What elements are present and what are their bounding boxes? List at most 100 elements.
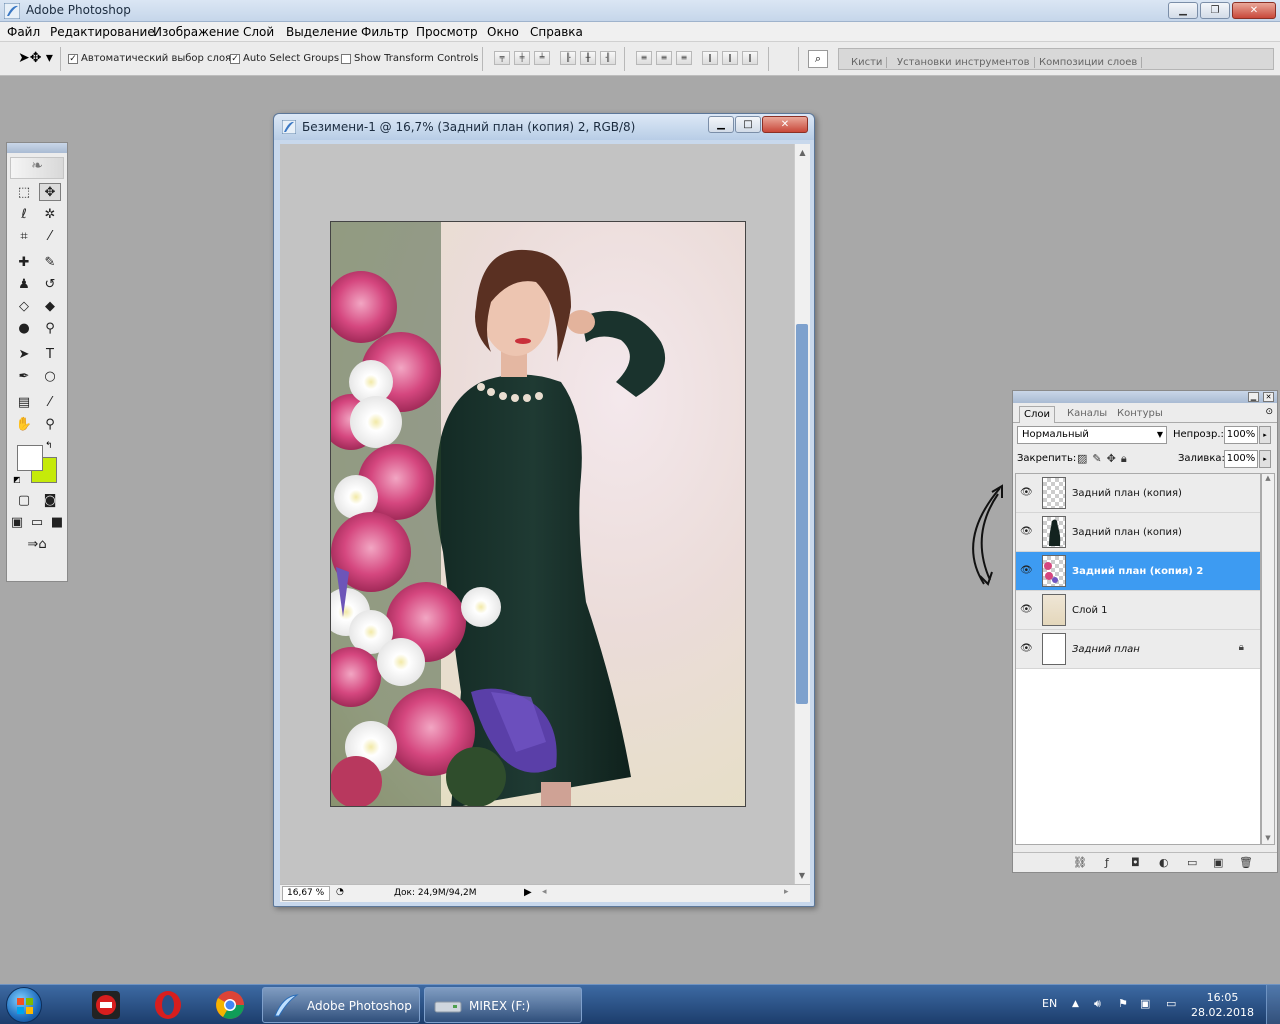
layer-row[interactable]: 👁︎ Задний план (копия) [1016, 474, 1260, 513]
fill-slider-icon[interactable]: ▸ [1259, 450, 1271, 468]
lock-transparency-icon[interactable]: ▨ [1077, 452, 1087, 466]
ellipse-tool-icon[interactable]: ○ [39, 367, 61, 385]
palette-tab-brushes[interactable]: Кисти [847, 57, 888, 68]
hscroll-right-icon[interactable]: ▸ [784, 887, 789, 897]
distribute-bottom-icon[interactable]: ≡ [676, 51, 692, 65]
photoshop-feather-icon[interactable]: ❧ [10, 157, 64, 179]
path-selection-tool-icon[interactable]: ➤ [13, 345, 35, 363]
doc-minimize-button[interactable]: ▁ [708, 116, 734, 133]
layers-scrollbar[interactable]: ▲ ▼ [1261, 473, 1275, 845]
layers-panel-header[interactable]: ▁ ✕ [1013, 391, 1277, 403]
doc-maximize-button[interactable]: □ [735, 116, 761, 133]
lock-pixels-icon[interactable]: ✎ [1092, 452, 1101, 466]
layer-row-selected[interactable]: 👁︎ Задний план (копия) 2 [1016, 552, 1260, 591]
distribute-vcenter-icon[interactable]: ≡ [656, 51, 672, 65]
align-bottom-icon[interactable]: ╧ [534, 51, 550, 65]
scroll-down-icon[interactable]: ▼ [795, 871, 809, 880]
document-title-bar[interactable]: Безимени-1 @ 16,7% (Задний план (копия) … [274, 114, 814, 140]
layer-row[interactable]: 👁︎ Задний план 🔒︎ [1016, 630, 1260, 669]
type-tool-icon[interactable]: T [39, 345, 61, 363]
tools-panel-header[interactable] [7, 143, 67, 153]
lock-all-icon[interactable]: 🔒︎ [1121, 452, 1127, 466]
scroll-down-icon[interactable]: ▼ [1262, 834, 1274, 842]
lock-position-icon[interactable]: ✥ [1107, 452, 1116, 466]
adjustment-layer-icon[interactable]: ◐ [1159, 856, 1169, 869]
visibility-eye-icon[interactable]: 👁︎ [1020, 565, 1033, 576]
align-left-icon[interactable]: ╟ [560, 51, 576, 65]
menu-edit[interactable]: Редактирование [50, 25, 155, 39]
standard-mode-icon[interactable]: ▢ [13, 491, 35, 509]
menu-filter[interactable]: Фильтр [361, 25, 408, 39]
scroll-up-icon[interactable]: ▲ [795, 148, 810, 157]
network-icon[interactable]: ▭ [1166, 997, 1176, 1010]
visibility-eye-icon[interactable]: 👁︎ [1020, 643, 1033, 654]
auto-select-groups-checkbox[interactable]: ✓ Auto Select Groups [230, 53, 339, 64]
standard-screen-mode-icon[interactable]: ▣ [9, 513, 25, 531]
align-vcenter-icon[interactable]: ╪ [514, 51, 530, 65]
show-hidden-icons-icon[interactable]: ▲ [1072, 999, 1079, 1009]
delete-layer-icon[interactable]: 🗑︎ [1239, 856, 1253, 869]
brush-tool-icon[interactable]: ✎ [39, 253, 61, 271]
clock[interactable]: 16:05 28.02.2018 [1191, 990, 1254, 1020]
language-indicator[interactable]: EN [1042, 997, 1057, 1010]
scroll-up-icon[interactable]: ▲ [1262, 474, 1274, 482]
healing-brush-tool-icon[interactable]: ✚ [13, 253, 35, 271]
visibility-eye-icon[interactable]: 👁︎ [1020, 526, 1033, 537]
show-desktop-button[interactable] [1266, 985, 1280, 1024]
layer-row[interactable]: 👁︎ Слой 1 [1016, 591, 1260, 630]
vertical-scrollbar[interactable]: ▲ ▼ [794, 144, 810, 884]
visibility-eye-icon[interactable]: 👁︎ [1020, 604, 1033, 615]
distribute-top-icon[interactable]: ≡ [636, 51, 652, 65]
start-button[interactable] [6, 987, 42, 1023]
paint-bucket-tool-icon[interactable]: ◆ [39, 297, 61, 315]
layer-style-icon[interactable]: ƒ [1105, 856, 1109, 869]
menu-help[interactable]: Справка [530, 25, 583, 39]
menu-image[interactable]: Изображение [153, 25, 239, 39]
align-hcenter-icon[interactable]: ╫ [580, 51, 596, 65]
marquee-tool-icon[interactable]: ⬚ [13, 183, 35, 201]
dodge-tool-icon[interactable]: ⚲ [39, 319, 61, 337]
pen-tool-icon[interactable]: ✒ [13, 367, 35, 385]
hscroll-left-icon[interactable]: ◂ [542, 887, 547, 897]
opacity-slider-icon[interactable]: ▸ [1259, 426, 1271, 444]
zoom-tool-icon[interactable]: ⚲ [39, 415, 61, 433]
panel-menu-icon[interactable]: ⊙ [1265, 407, 1273, 417]
palette-tab-layer-comps[interactable]: Композиции слоев [1035, 57, 1143, 68]
full-screen-mode-icon[interactable]: ■ [49, 513, 65, 531]
lasso-tool-icon[interactable]: ℓ [13, 205, 35, 223]
swap-colors-icon[interactable]: ↰ [45, 441, 53, 451]
menu-view[interactable]: Просмотр [416, 25, 478, 39]
opera-icon[interactable] [150, 989, 186, 1021]
menu-file[interactable]: Файл [7, 25, 40, 39]
quick-mask-mode-icon[interactable]: ◙ [39, 491, 61, 509]
eraser-tool-icon[interactable]: ◇ [13, 297, 35, 315]
foreground-color-swatch[interactable] [17, 445, 43, 471]
distribute-right-icon[interactable]: ‖ [742, 51, 758, 65]
tab-layers[interactable]: Слои [1019, 406, 1055, 423]
default-colors-icon[interactable]: ◩ [13, 475, 21, 484]
chrome-icon[interactable] [212, 989, 248, 1021]
taskbar-photoshop-button[interactable]: Adobe Photoshop [262, 987, 420, 1023]
scroll-thumb[interactable] [796, 324, 808, 704]
volume-icon[interactable]: 🔊︎ [1094, 997, 1101, 1011]
clone-stamp-tool-icon[interactable]: ♟ [13, 275, 35, 293]
distribute-hcenter-icon[interactable]: ‖ [722, 51, 738, 65]
auto-select-layer-checkbox[interactable]: ✓ Автоматический выбор слоя [68, 53, 231, 64]
hand-tool-icon[interactable]: ✋ [13, 415, 35, 433]
menu-layer[interactable]: Слой [243, 25, 274, 39]
canvas-area[interactable] [280, 144, 794, 884]
move-tool-preset-icon[interactable]: ➤✥ ▾ [18, 50, 53, 66]
align-top-icon[interactable]: ╤ [494, 51, 510, 65]
link-layers-icon[interactable]: ⛓ [1073, 856, 1087, 869]
fill-field[interactable]: 100% [1224, 450, 1258, 468]
zoom-field[interactable]: 16,67 % [282, 886, 330, 901]
panel-close-icon[interactable]: ✕ [1263, 392, 1274, 402]
eyedropper-tool-icon[interactable]: ⁄ [39, 393, 61, 411]
close-button[interactable]: ✕ [1232, 2, 1276, 19]
new-layer-icon[interactable]: ▣ [1213, 856, 1223, 869]
crop-tool-icon[interactable]: ⌗ [13, 227, 35, 245]
restore-button[interactable]: ❐ [1200, 2, 1230, 19]
show-transform-checkbox[interactable]: Show Transform Controls [341, 53, 478, 64]
file-browser-icon[interactable]: ⌕ [808, 50, 828, 68]
history-brush-tool-icon[interactable]: ↺ [39, 275, 61, 293]
